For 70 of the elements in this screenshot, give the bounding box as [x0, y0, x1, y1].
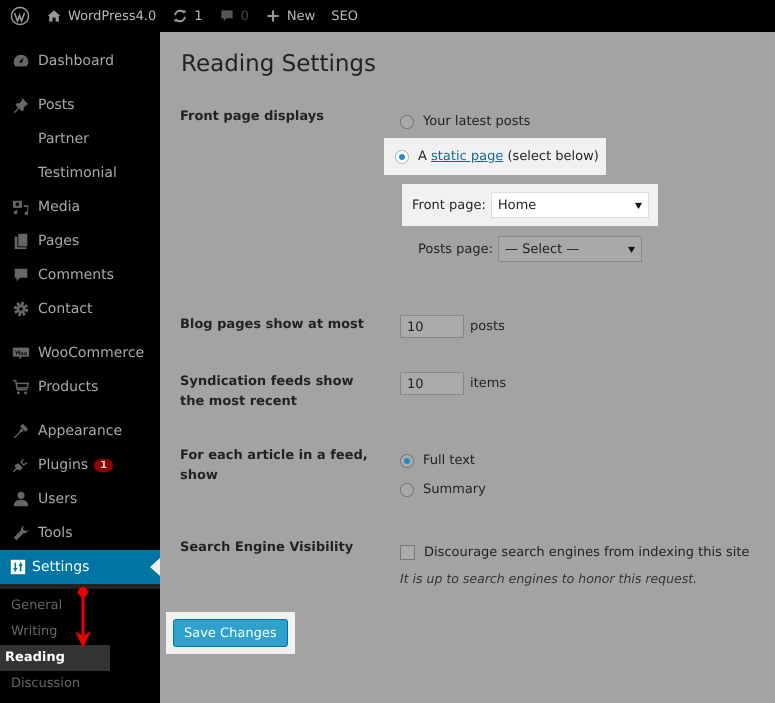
user-icon	[12, 490, 30, 508]
admin-bar-link[interactable]: WordPress4.0	[46, 8, 156, 24]
radio-button[interactable]	[400, 482, 414, 496]
unit-label: items	[470, 376, 506, 391]
menu-item[interactable]: Pages	[0, 224, 160, 258]
menu-item[interactable]: Plugins 1	[0, 448, 160, 482]
static-page-link[interactable]: static page	[431, 149, 504, 164]
menu-item[interactable]: Tools	[0, 516, 160, 550]
menu-item[interactable]: WooCommerce	[0, 336, 160, 370]
submenu-item[interactable]: General	[0, 593, 109, 619]
gear-icon	[12, 300, 30, 318]
field-label: For each article in a feed, show	[180, 447, 369, 485]
speech-bubble-icon	[218, 8, 235, 24]
hint-text: It is up to search engines to honor this request.	[400, 571, 698, 586]
menu-item[interactable]: Contact	[0, 292, 160, 326]
field-label: Front page displays	[180, 108, 325, 126]
menu-item[interactable]: Dashboard	[0, 44, 160, 78]
radio-button[interactable]	[400, 114, 414, 128]
pointer-arrow	[73, 587, 93, 649]
pin-icon	[12, 96, 30, 114]
radio-button[interactable]	[400, 454, 414, 468]
brush-icon	[12, 422, 30, 440]
menu-item[interactable]: Posts	[0, 88, 160, 122]
checkbox[interactable]	[400, 545, 415, 560]
option-label: Summary	[423, 482, 486, 497]
number-field[interactable]: 10	[400, 315, 464, 338]
camera-music-icon	[12, 198, 30, 216]
submenu-item[interactable]: Discussion	[0, 671, 109, 697]
menu-item[interactable]: Products	[0, 370, 160, 404]
dropdown-caret-icon	[634, 202, 642, 208]
refresh-icon	[172, 8, 188, 24]
wordpress-logo-icon[interactable]	[10, 6, 30, 26]
admin-bar-link[interactable]: New	[264, 8, 316, 24]
page-select[interactable]: Home	[490, 192, 649, 218]
field-label: Blog pages show at most	[180, 316, 365, 334]
sliders-icon	[8, 558, 26, 576]
menu-item[interactable]: Media	[0, 190, 160, 224]
cart-icon	[12, 378, 30, 396]
dropdown-caret-icon	[628, 246, 635, 252]
menu-item[interactable]: Appearance	[0, 414, 160, 448]
select-label: Posts page:	[418, 242, 493, 256]
radio-button[interactable]	[395, 150, 409, 164]
current-pointer-icon	[150, 558, 160, 576]
plug-icon	[12, 456, 30, 474]
submenu-item[interactable]: Writing	[0, 619, 109, 645]
menu-item[interactable]: Testimonial	[0, 156, 160, 190]
unit-label: posts	[470, 319, 505, 334]
pages-icon	[12, 232, 30, 250]
page-title: Reading Settings	[181, 51, 378, 77]
option-label: Full text	[423, 453, 476, 468]
home-icon	[46, 8, 62, 24]
count-badge: 1	[94, 458, 114, 472]
menu-item[interactable]: Partner	[0, 122, 160, 156]
field-label: Syndication feeds show the most recent	[180, 373, 355, 411]
menu-item[interactable]: Comments	[0, 258, 160, 292]
option-label: A static page (select below)	[418, 149, 599, 164]
checkbox-label: Discourage search engines from indexing this site	[424, 545, 750, 560]
plus-icon	[264, 8, 281, 24]
submenu-item[interactable]: Reading	[0, 645, 110, 671]
page-select[interactable]: — Select —	[498, 236, 642, 262]
admin-bar-link[interactable]: SEO	[331, 8, 358, 24]
menu-item[interactable]: Settings	[0, 550, 160, 584]
number-field[interactable]: 10	[400, 372, 464, 395]
admin-bar-link[interactable]: 1	[172, 8, 203, 24]
wrench-icon	[12, 524, 30, 542]
speech-bubble-icon	[12, 266, 30, 284]
select-label: Front page:	[412, 198, 486, 212]
field-label: Search Engine Visibility	[180, 539, 354, 557]
menu-item[interactable]: Users	[0, 482, 160, 516]
option-label: Your latest posts	[423, 114, 530, 129]
